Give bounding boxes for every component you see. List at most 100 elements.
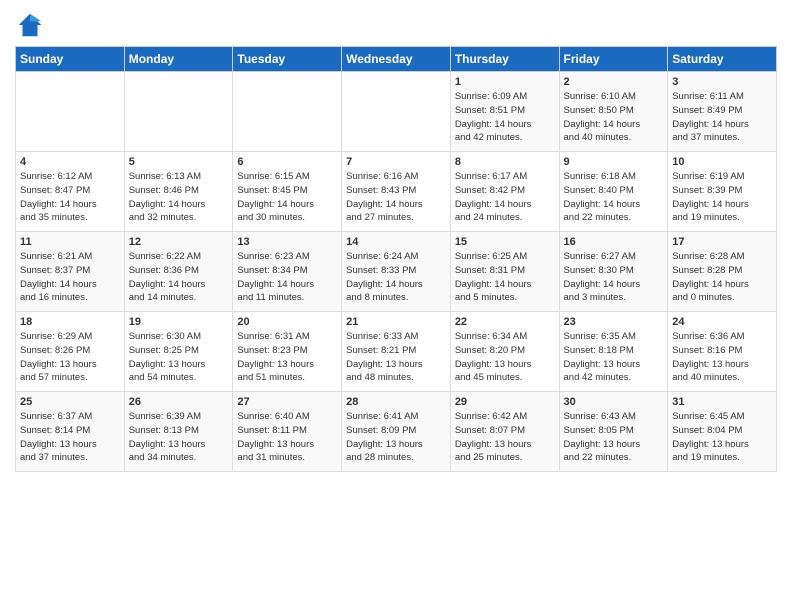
day-number: 1 bbox=[455, 76, 555, 88]
calendar-week-1: 1Sunrise: 6:09 AMSunset: 8:51 PMDaylight… bbox=[16, 72, 777, 152]
logo bbox=[15, 10, 49, 40]
calendar-cell: 25Sunrise: 6:37 AMSunset: 8:14 PMDayligh… bbox=[16, 392, 125, 472]
calendar-cell: 21 Sunrise: 6:33 AMSunset: 8:21 PMDayligh… bbox=[342, 312, 451, 392]
day-number: 26 bbox=[129, 396, 229, 408]
day-number: 7 bbox=[346, 156, 446, 168]
day-number: 24 bbox=[672, 316, 772, 328]
calendar-week-5: 25Sunrise: 6:37 AMSunset: 8:14 PMDayligh… bbox=[16, 392, 777, 472]
calendar-cell: 19Sunrise: 6:30 AMSunset: 8:25 PMDayligh… bbox=[124, 312, 233, 392]
day-info: Sunrise: 6:11 AMSunset: 8:49 PMDaylight:… bbox=[672, 90, 772, 145]
day-info: Sunrise: 6:45 AMSunset: 8:04 PMDaylight:… bbox=[672, 410, 772, 465]
day-info: Sunrise: 6:25 AMSunset: 8:31 PMDaylight:… bbox=[455, 250, 555, 305]
day-number: 16 bbox=[564, 236, 664, 248]
header-monday: Monday bbox=[124, 47, 233, 72]
day-number: 27 bbox=[237, 396, 337, 408]
header-tuesday: Tuesday bbox=[233, 47, 342, 72]
day-number: 12 bbox=[129, 236, 229, 248]
day-number: 29 bbox=[455, 396, 555, 408]
day-info: Sunrise: 6:35 AMSunset: 8:18 PMDaylight:… bbox=[564, 330, 664, 385]
day-info: Sunrise: 6:42 AMSunset: 8:07 PMDaylight:… bbox=[455, 410, 555, 465]
header-friday: Friday bbox=[559, 47, 668, 72]
day-number: 10 bbox=[672, 156, 772, 168]
day-number: 17 bbox=[672, 236, 772, 248]
day-info: Sunrise: 6:13 AMSunset: 8:46 PMDaylight:… bbox=[129, 170, 229, 225]
day-number: 28 bbox=[346, 396, 446, 408]
day-info: Sunrise: 6:31 AMSunset: 8:23 PMDaylight:… bbox=[237, 330, 337, 385]
day-number: 9 bbox=[564, 156, 664, 168]
day-info: Sunrise: 6:36 AMSunset: 8:16 PMDaylight:… bbox=[672, 330, 772, 385]
calendar-week-2: 4 Sunrise: 6:12 AMSunset: 8:47 PMDaylight… bbox=[16, 152, 777, 232]
calendar-cell: 15 Sunrise: 6:25 AMSunset: 8:31 PMDayligh… bbox=[450, 232, 559, 312]
calendar-cell: 14Sunrise: 6:24 AMSunset: 8:33 PMDayligh… bbox=[342, 232, 451, 312]
calendar-cell: 12 Sunrise: 6:22 AMSunset: 8:36 PMDayligh… bbox=[124, 232, 233, 312]
day-info: Sunrise: 6:40 AMSunset: 8:11 PMDaylight:… bbox=[237, 410, 337, 465]
day-info: Sunrise: 6:39 AMSunset: 8:13 PMDaylight:… bbox=[129, 410, 229, 465]
calendar-cell bbox=[124, 72, 233, 152]
calendar-cell bbox=[342, 72, 451, 152]
calendar-cell: 27 Sunrise: 6:40 AMSunset: 8:11 PMDayligh… bbox=[233, 392, 342, 472]
calendar-cell: 10 Sunrise: 6:19 AMSunset: 8:39 PMDayligh… bbox=[668, 152, 777, 232]
day-number: 22 bbox=[455, 316, 555, 328]
calendar-week-3: 11Sunrise: 6:21 AMSunset: 8:37 PMDayligh… bbox=[16, 232, 777, 312]
calendar-cell: 13Sunrise: 6:23 AMSunset: 8:34 PMDayligh… bbox=[233, 232, 342, 312]
calendar-cell: 26 Sunrise: 6:39 AMSunset: 8:13 PMDayligh… bbox=[124, 392, 233, 472]
calendar-cell: 16Sunrise: 6:27 AMSunset: 8:30 PMDayligh… bbox=[559, 232, 668, 312]
day-info: Sunrise: 6:16 AMSunset: 8:43 PMDaylight:… bbox=[346, 170, 446, 225]
day-number: 2 bbox=[564, 76, 664, 88]
calendar-cell: 11Sunrise: 6:21 AMSunset: 8:37 PMDayligh… bbox=[16, 232, 125, 312]
calendar-cell: 9 Sunrise: 6:18 AMSunset: 8:40 PMDaylight… bbox=[559, 152, 668, 232]
calendar-cell: 20 Sunrise: 6:31 AMSunset: 8:23 PMDayligh… bbox=[233, 312, 342, 392]
day-number: 5 bbox=[129, 156, 229, 168]
day-info: Sunrise: 6:24 AMSunset: 8:33 PMDaylight:… bbox=[346, 250, 446, 305]
calendar-cell: 29 Sunrise: 6:42 AMSunset: 8:07 PMDayligh… bbox=[450, 392, 559, 472]
day-info: Sunrise: 6:30 AMSunset: 8:25 PMDaylight:… bbox=[129, 330, 229, 385]
header-saturday: Saturday bbox=[668, 47, 777, 72]
day-number: 6 bbox=[237, 156, 337, 168]
day-number: 21 bbox=[346, 316, 446, 328]
day-number: 20 bbox=[237, 316, 337, 328]
calendar-cell: 17 Sunrise: 6:28 AMSunset: 8:28 PMDayligh… bbox=[668, 232, 777, 312]
calendar-cell: 3Sunrise: 6:11 AMSunset: 8:49 PMDaylight… bbox=[668, 72, 777, 152]
day-info: Sunrise: 6:22 AMSunset: 8:36 PMDaylight:… bbox=[129, 250, 229, 305]
calendar-cell bbox=[16, 72, 125, 152]
calendar-header-row: SundayMondayTuesdayWednesdayThursdayFrid… bbox=[16, 47, 777, 72]
calendar-cell: 1Sunrise: 6:09 AMSunset: 8:51 PMDaylight… bbox=[450, 72, 559, 152]
calendar-cell: 6 Sunrise: 6:15 AMSunset: 8:45 PMDaylight… bbox=[233, 152, 342, 232]
header bbox=[15, 10, 777, 40]
header-thursday: Thursday bbox=[450, 47, 559, 72]
calendar-table: SundayMondayTuesdayWednesdayThursdayFrid… bbox=[15, 46, 777, 472]
calendar-cell: 7 Sunrise: 6:16 AMSunset: 8:43 PMDaylight… bbox=[342, 152, 451, 232]
day-number: 23 bbox=[564, 316, 664, 328]
day-info: Sunrise: 6:28 AMSunset: 8:28 PMDaylight:… bbox=[672, 250, 772, 305]
day-number: 15 bbox=[455, 236, 555, 248]
calendar-cell: 30 Sunrise: 6:43 AMSunset: 8:05 PMDayligh… bbox=[559, 392, 668, 472]
header-sunday: Sunday bbox=[16, 47, 125, 72]
day-number: 4 bbox=[20, 156, 120, 168]
day-info: Sunrise: 6:29 AMSunset: 8:26 PMDaylight:… bbox=[20, 330, 120, 385]
day-number: 31 bbox=[672, 396, 772, 408]
day-info: Sunrise: 6:12 AMSunset: 8:47 PMDaylight:… bbox=[20, 170, 120, 225]
calendar-cell: 31 Sunrise: 6:45 AMSunset: 8:04 PMDayligh… bbox=[668, 392, 777, 472]
main-container: SundayMondayTuesdayWednesdayThursdayFrid… bbox=[0, 0, 792, 477]
day-info: Sunrise: 6:18 AMSunset: 8:40 PMDaylight:… bbox=[564, 170, 664, 225]
day-info: Sunrise: 6:15 AMSunset: 8:45 PMDaylight:… bbox=[237, 170, 337, 225]
day-info: Sunrise: 6:33 AMSunset: 8:21 PMDaylight:… bbox=[346, 330, 446, 385]
calendar-cell: 22Sunrise: 6:34 AMSunset: 8:20 PMDayligh… bbox=[450, 312, 559, 392]
day-info: Sunrise: 6:21 AMSunset: 8:37 PMDaylight:… bbox=[20, 250, 120, 305]
calendar-week-4: 18Sunrise: 6:29 AMSunset: 8:26 PMDayligh… bbox=[16, 312, 777, 392]
logo-icon bbox=[15, 10, 45, 40]
day-number: 30 bbox=[564, 396, 664, 408]
calendar-cell: 8Sunrise: 6:17 AMSunset: 8:42 PMDaylight… bbox=[450, 152, 559, 232]
day-info: Sunrise: 6:19 AMSunset: 8:39 PMDaylight:… bbox=[672, 170, 772, 225]
day-info: Sunrise: 6:17 AMSunset: 8:42 PMDaylight:… bbox=[455, 170, 555, 225]
calendar-cell: 2 Sunrise: 6:10 AMSunset: 8:50 PMDaylight… bbox=[559, 72, 668, 152]
day-info: Sunrise: 6:43 AMSunset: 8:05 PMDaylight:… bbox=[564, 410, 664, 465]
header-wednesday: Wednesday bbox=[342, 47, 451, 72]
day-info: Sunrise: 6:37 AMSunset: 8:14 PMDaylight:… bbox=[20, 410, 120, 465]
day-info: Sunrise: 6:41 AMSunset: 8:09 PMDaylight:… bbox=[346, 410, 446, 465]
day-info: Sunrise: 6:10 AMSunset: 8:50 PMDaylight:… bbox=[564, 90, 664, 145]
day-info: Sunrise: 6:23 AMSunset: 8:34 PMDaylight:… bbox=[237, 250, 337, 305]
calendar-cell: 4 Sunrise: 6:12 AMSunset: 8:47 PMDaylight… bbox=[16, 152, 125, 232]
calendar-cell: 24 Sunrise: 6:36 AMSunset: 8:16 PMDayligh… bbox=[668, 312, 777, 392]
calendar-cell: 28 Sunrise: 6:41 AMSunset: 8:09 PMDayligh… bbox=[342, 392, 451, 472]
